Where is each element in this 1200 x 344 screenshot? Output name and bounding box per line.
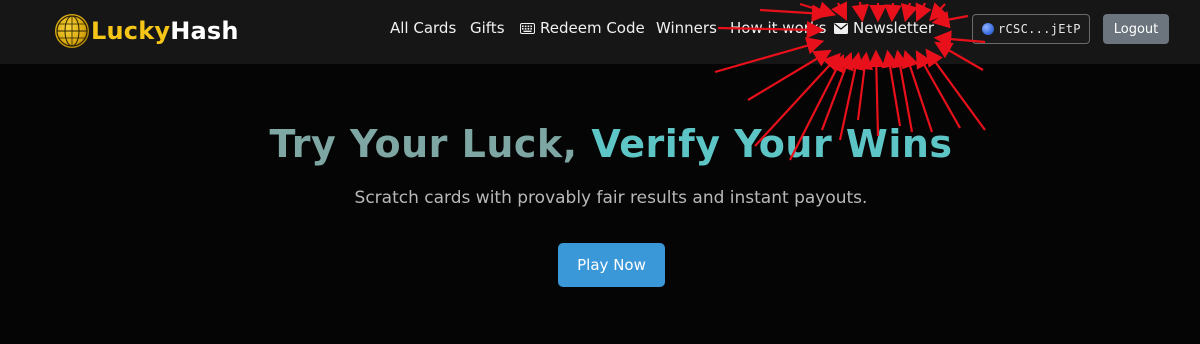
nav-redeem-code[interactable]: Redeem Code [520,19,645,38]
nav-all-cards[interactable]: All Cards [390,19,456,37]
keyboard-icon [520,20,535,38]
wallet-orb-icon [982,23,994,35]
envelope-icon [834,20,848,38]
brand-name-hash: Hash [170,17,239,45]
wallet-address-button[interactable]: rCSC...jEtP [972,14,1090,44]
nav-redeem-code-label: Redeem Code [540,19,645,37]
logout-button[interactable]: Logout [1103,14,1169,44]
annotation-arrow [915,50,961,129]
brand-name: LuckyHash [91,17,239,45]
hero-title-part2: Verify Your Wins [591,122,953,166]
annotation-arrow [891,49,914,133]
brand-logo-link[interactable]: LuckyHash [55,11,239,51]
nav-newsletter-label: Newsletter [853,19,935,37]
annotation-arrow [901,49,934,133]
nav-newsletter[interactable]: Newsletter [834,19,934,38]
brand-name-lucky: Lucky [91,17,171,45]
annotation-arrow [820,51,854,131]
annotation-arrow [855,51,874,121]
nav-gifts[interactable]: Gifts [470,19,505,37]
globe-coin-icon [55,14,89,48]
wallet-address: rCSC...jEtP [998,22,1081,36]
hero-title-part1: Try Your Luck, [269,122,578,166]
hero-subtitle: Scratch cards with provably fair results… [354,188,868,208]
hero-title: Try Your Luck, Verify Your Wins [0,122,1200,166]
play-now-button[interactable]: Play Now [558,243,665,287]
nav-winners[interactable]: Winners [656,19,717,37]
annotation-arrow [881,49,902,127]
nav-how-it-works[interactable]: How it works [730,19,826,37]
top-navbar: LuckyHash All Cards Gifts Redeem Code Wi… [0,0,1200,64]
